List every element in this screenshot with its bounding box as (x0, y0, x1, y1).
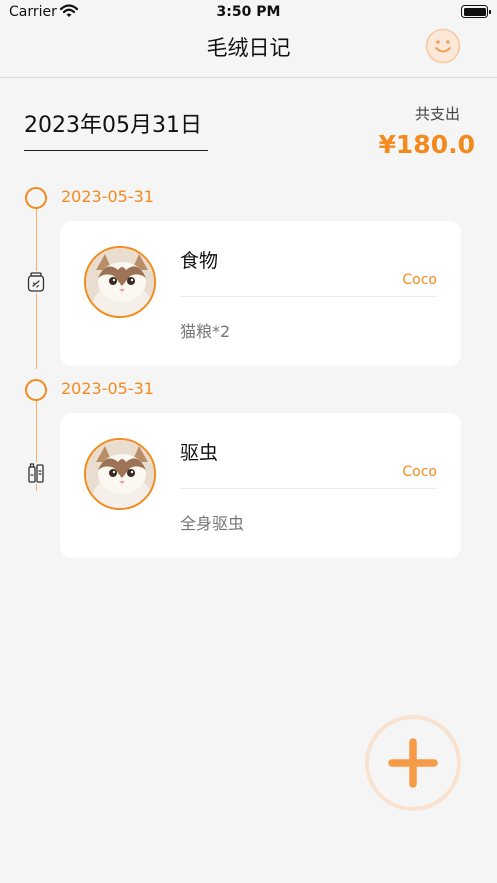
record-date: 2023-05-31 (61, 187, 154, 206)
record-category: 驱虫 (180, 442, 219, 464)
pet-avatar (84, 246, 156, 318)
timeline-node (25, 379, 47, 401)
record-card[interactable]: 驱虫 Coco 全身驱虫 (60, 413, 461, 558)
pet-avatar (84, 438, 156, 510)
page-title: 毛绒日记 (206, 36, 291, 60)
add-record-button[interactable] (365, 715, 461, 811)
status-bar: Carrier 3:50 PM (0, 0, 497, 26)
record-card[interactable]: 食物 Coco 猫粮*2 (60, 221, 461, 366)
date-picker[interactable]: 2023年05月31日 (24, 98, 208, 151)
smile-face-icon[interactable] (424, 27, 462, 65)
record-pet-name: Coco (402, 272, 437, 288)
total-expense-label: 共支出 (414, 105, 460, 123)
record-note: 猫粮*2 (180, 322, 231, 341)
total-expense-amount: ¥180.0 (378, 130, 475, 159)
selected-date: 2023年05月31日 (24, 113, 202, 138)
status-time: 3:50 PM (216, 4, 281, 20)
timeline-node (25, 187, 47, 209)
nav-bar: 毛绒日记 (0, 26, 497, 78)
battery-icon (461, 5, 491, 18)
record-pet-name: Coco (402, 464, 437, 480)
card-divider (180, 488, 437, 489)
record-note: 全身驱虫 (180, 514, 245, 533)
record-category: 食物 (180, 250, 219, 272)
plus-icon (388, 738, 438, 788)
card-divider (180, 296, 437, 297)
food-jar-icon (26, 271, 46, 293)
deworm-bottle-icon (26, 462, 46, 484)
record-date: 2023-05-31 (61, 379, 154, 398)
